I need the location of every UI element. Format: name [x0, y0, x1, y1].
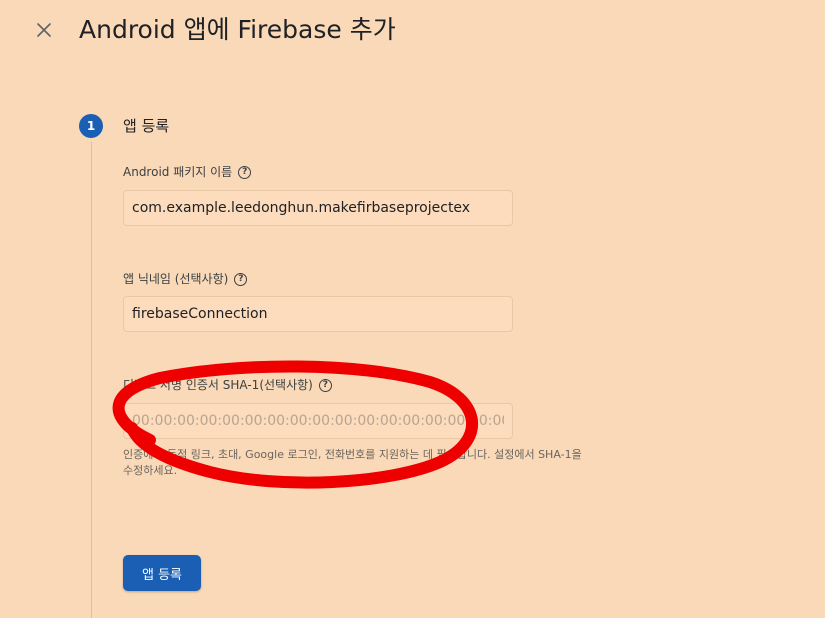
sha1-input[interactable]: [123, 403, 513, 439]
sha1-label-text: 디버그 서명 인증서 SHA-1(선택사항): [123, 378, 313, 392]
app-nickname-label: 앱 닉네임 (선택사항) ?: [123, 270, 248, 288]
help-icon[interactable]: ?: [318, 378, 332, 392]
step-number-badge: 1: [79, 114, 103, 138]
step-connector-line: [91, 142, 92, 618]
register-app-button[interactable]: 앱 등록: [123, 555, 201, 591]
page-title: Android 앱에 Firebase 추가: [79, 15, 396, 44]
sha1-label: 디버그 서명 인증서 SHA-1(선택사항) ?: [123, 376, 332, 394]
sha1-helper-text: 인증에서 동적 링크, 초대, Google 로그인, 전화번호를 지원하는 데…: [123, 448, 582, 477]
package-name-label-text: Android 패키지 이름: [123, 165, 233, 179]
app-nickname-input[interactable]: [123, 296, 513, 332]
app-nickname-label-text: 앱 닉네임 (선택사항): [123, 272, 229, 286]
help-icon[interactable]: ?: [238, 165, 252, 179]
close-button[interactable]: [30, 16, 58, 44]
step-title: 앱 등록: [123, 117, 170, 135]
package-name-input[interactable]: [123, 190, 513, 226]
help-icon[interactable]: ?: [234, 272, 248, 286]
close-icon: [37, 23, 51, 37]
package-name-label: Android 패키지 이름 ?: [123, 163, 252, 181]
